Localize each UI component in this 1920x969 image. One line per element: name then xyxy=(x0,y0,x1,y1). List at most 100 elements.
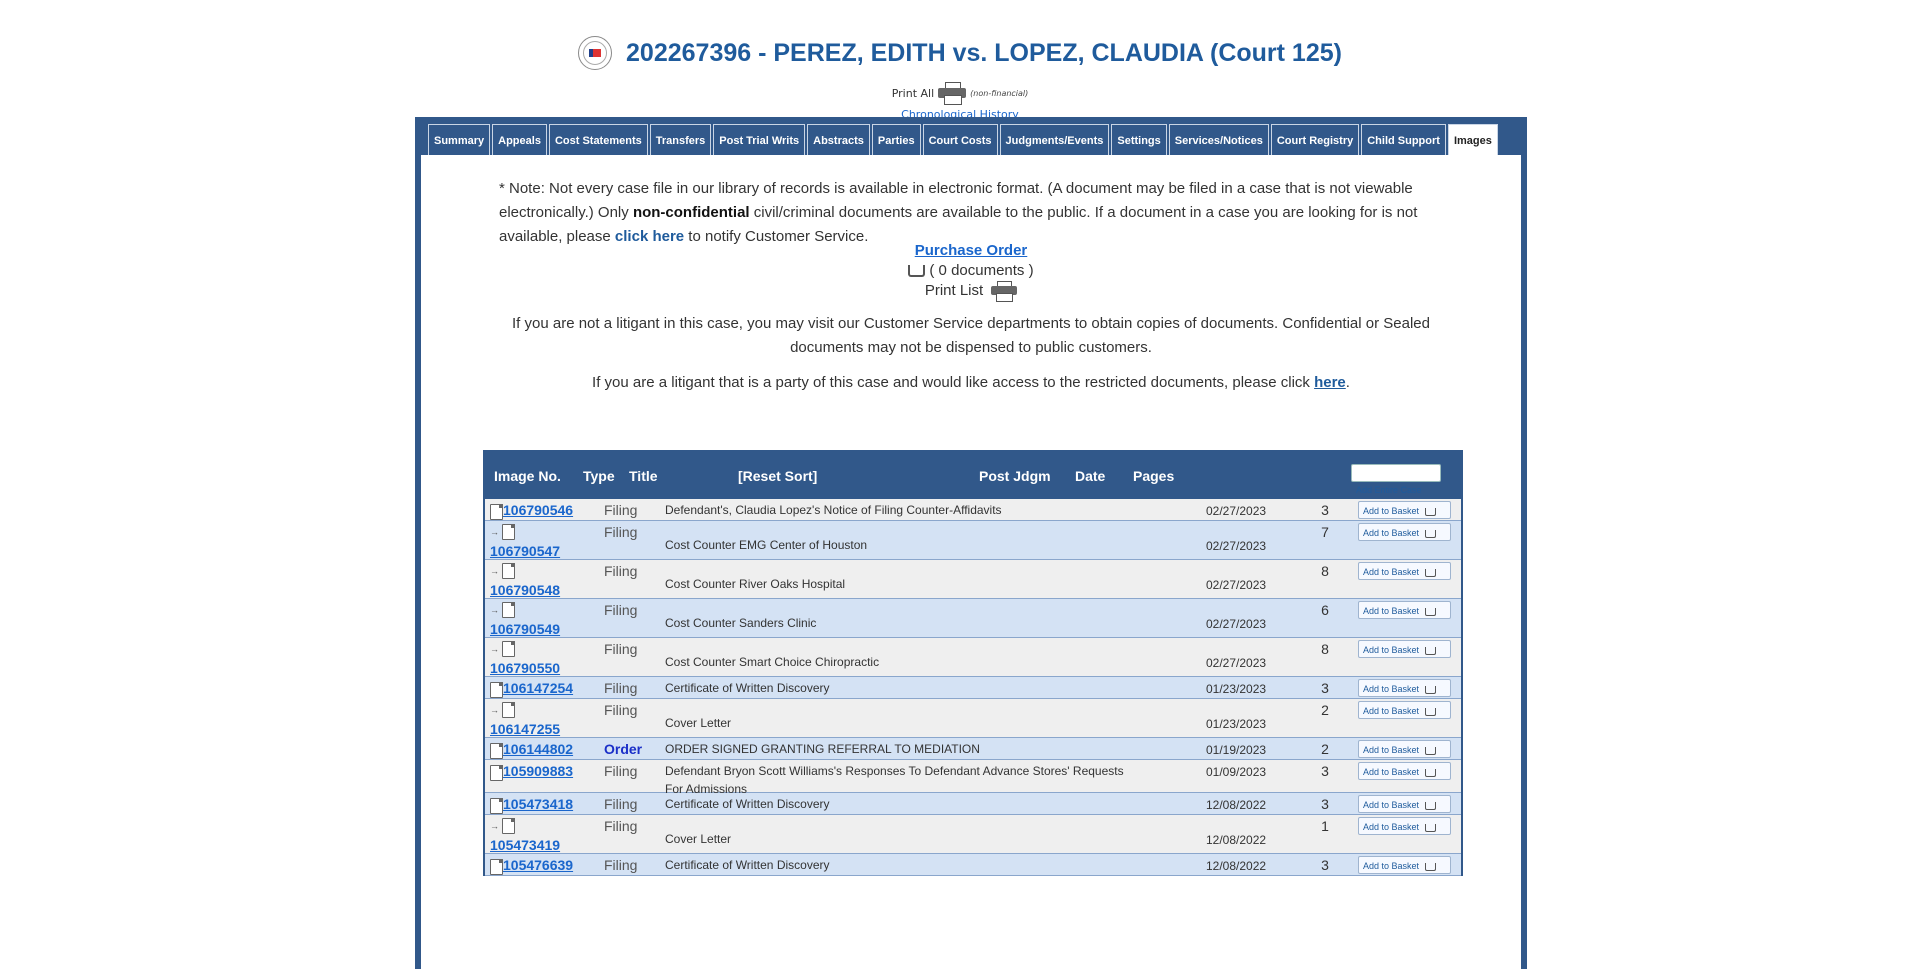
tab-services-notices[interactable]: Services/Notices xyxy=(1168,124,1269,155)
tab-transfers[interactable]: Transfers xyxy=(649,124,712,155)
doc-pages: 2 xyxy=(1321,741,1329,757)
document-icon[interactable] xyxy=(502,602,516,618)
image-cell: → xyxy=(490,524,516,540)
child-arrow-icon: → xyxy=(490,705,499,715)
add-to-basket-button[interactable]: Add to Basket xyxy=(1358,501,1451,519)
doc-date: 12/08/2022 xyxy=(1206,798,1267,812)
add-to-basket-label: Add to Basket xyxy=(1363,567,1420,577)
add-to-basket-button[interactable]: Add to Basket xyxy=(1358,679,1451,697)
document-icon[interactable] xyxy=(502,702,516,718)
image-number-link[interactable]: 106790549 xyxy=(490,621,560,637)
add-to-basket-button[interactable]: Add to Basket xyxy=(1358,601,1451,619)
tab-post-trial-writs[interactable]: Post Trial Writs xyxy=(713,124,806,155)
printer-icon[interactable] xyxy=(938,82,967,105)
document-icon[interactable] xyxy=(490,503,503,520)
printer-icon[interactable] xyxy=(991,281,1018,302)
table-row: 106147254 Filing Certificate of Written Di… xyxy=(485,677,1461,699)
add-to-basket-button[interactable]: Add to Basket xyxy=(1358,856,1451,874)
image-number-link[interactable]: 106790547 xyxy=(490,543,560,559)
doc-date: 02/27/2023 xyxy=(1206,656,1267,670)
reset-sort-link[interactable]: [Reset Sort] xyxy=(738,468,817,484)
add-to-basket-button[interactable]: Add to Basket xyxy=(1358,701,1451,719)
col-post-jdgm[interactable]: Post Jdgm xyxy=(979,468,1051,484)
add-entire-case-button[interactable]: Add Entire Case xyxy=(1351,464,1441,495)
image-number-link[interactable]: 106147255 xyxy=(490,721,560,737)
child-arrow-icon: → xyxy=(490,605,499,615)
print-list-block[interactable]: Print List xyxy=(421,281,1521,302)
cart-icon xyxy=(1425,746,1437,755)
purchase-order-link[interactable]: Purchase Order xyxy=(915,242,1028,259)
add-to-basket-button[interactable]: Add to Basket xyxy=(1358,762,1451,780)
add-to-basket-label: Add to Basket xyxy=(1363,684,1420,694)
table-row: → 106790547 Filing Cost Counter EMG Center… xyxy=(485,521,1461,560)
image-number-link[interactable]: 106144802 xyxy=(503,741,573,757)
table-row: 105476639 Filing Certificate of Written Di… xyxy=(485,854,1461,876)
tab-child-support[interactable]: Child Support xyxy=(1361,124,1446,155)
document-icon[interactable] xyxy=(502,818,516,834)
tab-settings[interactable]: Settings xyxy=(1111,124,1167,155)
document-icon[interactable] xyxy=(490,764,503,781)
note-bold: non-confidential xyxy=(632,204,750,221)
image-number-link[interactable]: 106147254 xyxy=(503,680,573,696)
document-icon[interactable] xyxy=(490,681,503,698)
document-icon[interactable] xyxy=(502,524,516,540)
add-to-basket-button[interactable]: Add to Basket xyxy=(1358,795,1451,813)
tab-court-registry[interactable]: Court Registry xyxy=(1270,124,1360,155)
doc-type: Filing xyxy=(604,502,638,518)
image-cell: → xyxy=(490,563,516,579)
print-all[interactable]: Print All (non-financial) xyxy=(0,82,1920,105)
add-to-basket-label: Add to Basket xyxy=(1363,706,1420,716)
table-body: 106790546 Filing Defendant's, Claudia Lope… xyxy=(485,499,1461,876)
doc-date: 12/08/2022 xyxy=(1206,859,1267,873)
image-number-link[interactable]: 106790546 xyxy=(503,502,573,518)
tab-summary[interactable]: Summary xyxy=(428,124,491,155)
image-number-link[interactable]: 105473419 xyxy=(490,837,560,853)
image-number-link[interactable]: 105476639 xyxy=(503,857,573,873)
document-icon[interactable] xyxy=(502,641,516,657)
image-number-link[interactable]: 105473418 xyxy=(503,796,573,812)
doc-date: 01/09/2023 xyxy=(1206,765,1267,779)
tab-parties[interactable]: Parties xyxy=(871,124,921,155)
tab-cost-statements[interactable]: Cost Statements xyxy=(548,124,648,155)
doc-type: Filing xyxy=(604,702,638,718)
document-icon[interactable] xyxy=(490,858,503,875)
add-to-basket-button[interactable]: Add to Basket xyxy=(1358,640,1451,658)
document-icon[interactable] xyxy=(502,563,516,579)
doc-pages: 2 xyxy=(1321,702,1329,718)
doc-type: Filing xyxy=(604,857,638,873)
col-pages[interactable]: Pages xyxy=(1133,468,1174,484)
tab-judgments-events[interactable]: Judgments/Events xyxy=(999,124,1110,155)
add-to-basket-button[interactable]: Add to Basket xyxy=(1358,523,1451,541)
add-to-basket-button[interactable]: Add to Basket xyxy=(1358,562,1451,580)
add-to-basket-label: Add to Basket xyxy=(1363,822,1420,832)
col-type[interactable]: Type xyxy=(583,468,615,484)
image-number-link[interactable]: 106790550 xyxy=(490,660,560,676)
cart-icon xyxy=(1425,568,1437,577)
image-number-link[interactable]: 105909883 xyxy=(503,763,573,779)
add-to-basket-label: Add to Basket xyxy=(1363,767,1420,777)
tab-court-costs[interactable]: Court Costs xyxy=(922,124,998,155)
cart-icon xyxy=(1425,685,1437,694)
add-to-basket-button[interactable]: Add to Basket xyxy=(1358,740,1451,758)
document-icon[interactable] xyxy=(490,797,503,814)
col-date[interactable]: Date xyxy=(1075,468,1105,484)
cart-icon xyxy=(1425,707,1437,716)
image-number-link[interactable]: 106790548 xyxy=(490,582,560,598)
case-panel: Summary Appeals Cost Statements Transfers Po… xyxy=(415,117,1527,969)
doc-title: Cost Counter River Oaks Hospital xyxy=(665,577,846,591)
image-cell: 105476639 xyxy=(490,857,573,875)
tab-abstracts[interactable]: Abstracts xyxy=(807,124,870,155)
restricted-access-link[interactable]: here xyxy=(1314,374,1346,391)
tab-images[interactable]: Images xyxy=(1447,124,1498,155)
child-arrow-icon: → xyxy=(490,566,499,576)
doc-title: Cost Counter Smart Choice Chiropractic xyxy=(665,655,880,669)
doc-type: Filing xyxy=(604,602,638,618)
table-row: 106144802 Order ORDER SIGNED GRANTING REFE… xyxy=(485,738,1461,760)
col-title[interactable]: Title xyxy=(629,468,658,484)
document-icon[interactable] xyxy=(490,742,503,759)
tab-appeals[interactable]: Appeals xyxy=(492,124,547,155)
col-image-no[interactable]: Image No. xyxy=(494,468,561,484)
add-to-basket-button[interactable]: Add to Basket xyxy=(1358,817,1451,835)
image-cell: → xyxy=(490,702,516,718)
table-row: 105473418 Filing Certificate of Written Di… xyxy=(485,793,1461,815)
